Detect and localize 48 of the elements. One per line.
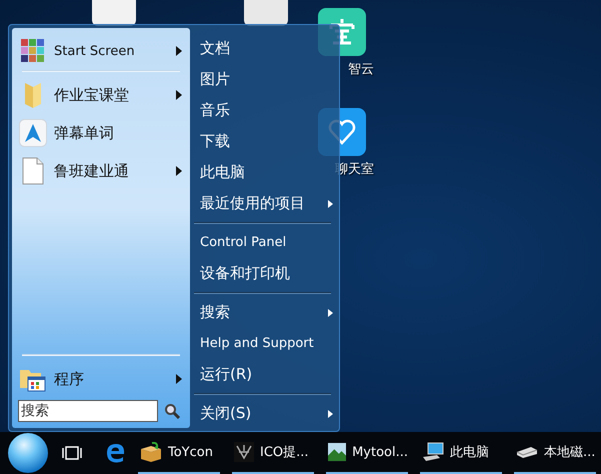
taskbar-button[interactable]: ICO提... (232, 432, 314, 474)
menu-item[interactable]: 音乐 (194, 95, 333, 126)
box-icon (140, 442, 162, 462)
menu-item[interactable]: 下载 (194, 126, 333, 157)
submenu-arrow-icon (176, 90, 182, 100)
menu-item[interactable]: 图片 (194, 64, 333, 95)
menu-item-label: 弹幕单词 (54, 124, 115, 142)
browser-icon[interactable] (106, 443, 126, 463)
taskbar-button[interactable]: 此电脑 (420, 432, 502, 474)
submenu-arrow-icon (176, 166, 182, 176)
menu-item[interactable]: 此电脑 (194, 157, 333, 188)
landscape-icon (328, 442, 346, 462)
menu-item-label: 鲁班建业通 (54, 162, 130, 180)
folder-icon (23, 81, 43, 109)
menu-item[interactable]: Start Screen (12, 36, 190, 66)
desktop-icon-label: 聊天室 (335, 161, 374, 178)
submenu-arrow-icon (176, 46, 182, 56)
submenu-arrow-icon (328, 410, 333, 418)
search-icon[interactable] (164, 403, 180, 419)
tiles-icon (20, 38, 46, 64)
menu-item[interactable]: Control Panel (194, 227, 333, 258)
taskbar-button[interactable]: Mytool... (326, 432, 408, 474)
taskbar-button[interactable]: 本地磁... (514, 432, 596, 474)
submenu-arrow-icon (328, 200, 333, 208)
menu-item[interactable]: 作业宝课堂 (12, 76, 190, 114)
menu-item[interactable]: 弹幕单词 (12, 114, 190, 152)
programs-menu-item[interactable]: 程序 (12, 360, 190, 398)
drive-icon (516, 445, 538, 459)
menu-item-label: Start Screen (54, 44, 136, 58)
submenu-arrow-icon (328, 308, 333, 316)
menu-item-label: 作业宝课堂 (54, 86, 130, 104)
menu-item[interactable]: 文档 (194, 33, 333, 64)
computer-icon (422, 442, 444, 462)
task-view-icon[interactable] (62, 446, 82, 460)
search-field[interactable]: 搜索 (18, 400, 158, 422)
taskbar-button[interactable]: ToYcon (138, 432, 220, 474)
emblem-icon (234, 442, 254, 462)
menu-item[interactable]: 搜索 (194, 297, 333, 328)
start-button[interactable] (8, 433, 48, 473)
desktop-icon-label: 智云 (348, 61, 374, 78)
menu-item[interactable]: 关闭(S) (194, 398, 333, 429)
submenu-arrow-icon (176, 374, 182, 384)
menu-item[interactable]: 运行(R) (194, 359, 333, 390)
menu-item-label: 程序 (54, 370, 85, 388)
menu-item[interactable]: 设备和打印机 (194, 258, 333, 289)
menu-item[interactable]: 鲁班建业通 (12, 152, 190, 190)
menu-item[interactable]: Help and Support (194, 328, 333, 359)
menu-item[interactable]: 最近使用的项目 (194, 188, 333, 219)
